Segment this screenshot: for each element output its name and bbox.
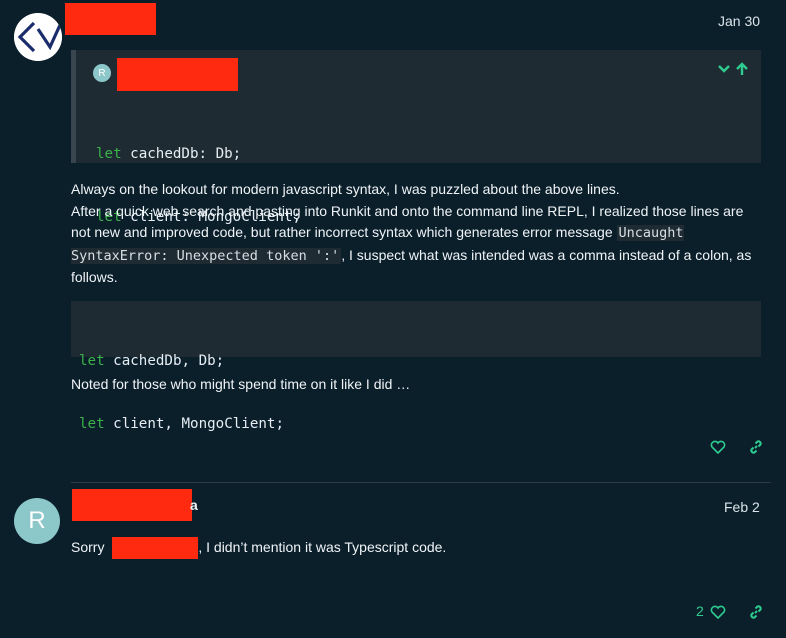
heart-icon[interactable] — [710, 440, 726, 454]
code-block: let cachedDb, Db; let client, MongoClien… — [71, 301, 761, 432]
paragraph: After a quick web search and pasting int… — [71, 202, 752, 285]
quote-block: R let cachedDb: Db; let client: MongoCli… — [71, 50, 761, 225]
link-icon[interactable] — [748, 439, 764, 455]
avatar[interactable] — [14, 13, 62, 61]
post-date[interactable]: Jan 30 — [718, 13, 760, 29]
code-line: let client, MongoClient; — [79, 416, 284, 432]
redacted-mention — [112, 537, 199, 560]
link-icon[interactable] — [748, 604, 764, 620]
quote-controls — [717, 62, 749, 76]
paragraph-line: Always on the lookout for modern javascr… — [71, 181, 620, 197]
heart-icon[interactable] — [710, 605, 726, 619]
post-body: Always on the lookout for modern javascr… — [71, 179, 761, 289]
arrow-up-icon[interactable] — [735, 62, 749, 76]
redacted-username — [72, 489, 192, 521]
post-divider — [71, 482, 771, 483]
avatar[interactable]: R — [14, 498, 60, 544]
redacted-username — [65, 3, 156, 35]
username-tail: a — [190, 497, 198, 513]
closing-text: Noted for those who might spend time on … — [71, 376, 411, 392]
post-date[interactable]: Feb 2 — [724, 499, 760, 515]
quote-avatar: R — [93, 64, 111, 82]
logo-icon — [14, 13, 62, 61]
chevron-down-icon[interactable] — [717, 62, 731, 76]
like-count: 2 — [696, 603, 704, 619]
code-line: let cachedDb, Db; — [79, 353, 225, 369]
redacted-quote-author — [117, 58, 238, 91]
code-line: let cachedDb: Db; — [96, 146, 242, 162]
post-body: Sorry , I didn’t mention it was Typescri… — [71, 537, 761, 560]
